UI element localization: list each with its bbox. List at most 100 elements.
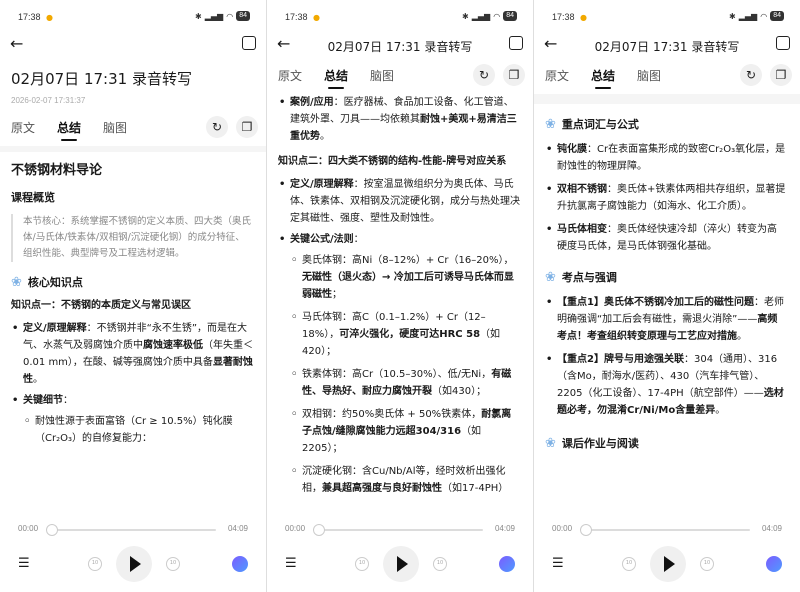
copy-icon[interactable]: ❐ [770, 64, 792, 86]
list-item: 沉淀硬化钢：含Cu/Nb/Al等，经时效析出强化相，兼具超高强度与良好耐蚀性（如… [290, 463, 521, 497]
nav-bar: ← 02月07日 17:31 录音转写 [267, 32, 533, 60]
homework-heading-row: ❀ 课后作业与阅读 [545, 435, 789, 452]
refresh-icon[interactable]: ↻ [740, 64, 762, 86]
total-time: 04:09 [494, 524, 515, 533]
rewind-10-icon[interactable]: 10 [355, 557, 369, 571]
forward-10-icon[interactable]: 10 [433, 557, 447, 571]
tab-original[interactable]: 原文 [545, 67, 569, 84]
status-time: 17:38 [285, 12, 308, 22]
current-time: 00:00 [552, 524, 573, 533]
list-item: 奥氏体钢：高Ni（8–12%）+ Cr（16–20%），无磁性（退火态）→ 冷加… [290, 252, 521, 303]
progress-knob[interactable] [46, 524, 58, 536]
tab-original[interactable]: 原文 [11, 119, 35, 136]
kp2-list: 定义/原理解释：按室温显微组织分为奥氏体、马氏体、铁素体、双相钢及沉淀硬化钢，成… [278, 176, 521, 497]
nav-title: 02月07日 17:31 录音转写 [594, 40, 740, 54]
status-icons: ✱ ▂▄▆ ◠ 84 [462, 11, 517, 21]
audio-player: 00:00 04:09 ☰ 10 10 [534, 512, 800, 592]
current-time: 00:00 [285, 524, 306, 533]
flower-icon: ❀ [11, 275, 22, 290]
back-arrow-icon[interactable]: ← [10, 34, 23, 53]
page-title: 02月07日 17:31 录音转写 [11, 70, 192, 88]
nav-title: 02月07日 17:31 录音转写 [327, 40, 473, 54]
play-button[interactable] [116, 546, 152, 582]
summary-content: ❀ 重点词汇与公式 钝化膜：Cr在表面富集形成的致密Cr₂O₃氧化层，是耐蚀性的… [534, 116, 800, 510]
tab-summary[interactable]: 总结 [324, 67, 348, 89]
rewind-10-icon[interactable]: 10 [622, 557, 636, 571]
case-list: 案例/应用：医疗器械、食品加工设备、化工管道、建筑外罩、刀具——均依赖其耐蚀+美… [278, 94, 521, 145]
list-item: 钝化膜：Cr在表面富集形成的致密Cr₂O₃氧化层，是耐蚀性的物理屏障。 [545, 141, 786, 175]
status-time: 17:38 [18, 12, 41, 22]
tab-mindmap[interactable]: 脑图 [370, 67, 394, 84]
progress-bar[interactable]: 00:00 04:09 [552, 522, 782, 536]
exam-heading: 考点与强调 [561, 271, 617, 284]
playlist-icon[interactable]: ☰ [285, 556, 297, 571]
share-icon[interactable] [776, 36, 790, 50]
forward-10-icon[interactable]: 10 [700, 557, 714, 571]
screen-original-summary: 17:38 ● ✱ ▂▄▆ ◠ 84 ← 02月07日 17:31 录音转写 2… [0, 0, 266, 592]
progress-track[interactable] [50, 529, 216, 531]
wifi-icon: ◠ [760, 11, 768, 21]
list-item: 关键公式/法则： 奥氏体钢：高Ni（8–12%）+ Cr（16–20%），无磁性… [278, 231, 521, 497]
kp1-title: 知识点一：不锈钢的本质定义与常见误区 [11, 300, 191, 311]
list-item: 【重点1】奥氏体不锈钢冷加工后的磁性问题：老师明确强调“加工后会有磁性，需退火消… [545, 294, 786, 345]
play-button[interactable] [650, 546, 686, 582]
copy-icon[interactable]: ❐ [503, 64, 525, 86]
ai-assistant-icon[interactable] [766, 556, 782, 572]
tab-mindmap[interactable]: 脑图 [637, 67, 661, 84]
ai-assistant-icon[interactable] [499, 556, 515, 572]
wifi-icon: ◠ [493, 11, 501, 21]
list-item: 马氏体相变：奥氏体经快速冷却（淬火）转变为高硬度马氏体，是马氏体钢强化基础。 [545, 221, 786, 255]
progress-bar[interactable]: 00:00 04:09 [18, 522, 248, 536]
battery-icon: 84 [236, 11, 250, 21]
forward-10-icon[interactable]: 10 [166, 557, 180, 571]
record-date: 2026-02-07 17:31:37 [11, 96, 86, 105]
tab-mindmap[interactable]: 脑图 [103, 119, 127, 136]
share-icon[interactable] [509, 36, 523, 50]
signal-icon: ▂▄▆ [471, 11, 491, 21]
player-controls: ☰ 10 10 [267, 546, 533, 582]
list-item: 案例/应用：医疗器械、食品加工设备、化工管道、建筑外罩、刀具——均依赖其耐蚀+美… [278, 94, 521, 145]
status-bar: 17:38 ● ✱ ▂▄▆ ◠ 84 [267, 0, 533, 32]
total-time: 04:09 [227, 524, 248, 533]
kp2-title: 知识点二：四大类不锈钢的结构-性能-牌号对应关系 [278, 156, 507, 167]
playlist-icon[interactable]: ☰ [552, 556, 564, 571]
tab-summary[interactable]: 总结 [591, 67, 615, 89]
summary-content: 不锈钢材料导论 课程概览 本节核心：系统掌握不锈钢的定义本质、四大类（奥氏体/马… [0, 160, 266, 512]
terms-heading: 重点词汇与公式 [561, 118, 639, 131]
tab-bar: 原文 总结 脑图 ↻ ❐ [0, 114, 266, 141]
tab-original[interactable]: 原文 [278, 67, 302, 84]
status-bar: 17:38 ● ✱ ▂▄▆ ◠ 84 [534, 0, 800, 32]
knowledge-heading: 核心知识点 [27, 276, 83, 289]
progress-bar[interactable]: 00:00 04:09 [285, 522, 515, 536]
progress-knob[interactable] [580, 524, 592, 536]
terms-list: 钝化膜：Cr在表面富集形成的致密Cr₂O₃氧化层，是耐蚀性的物理屏障。 双相不锈… [545, 141, 786, 255]
notification-dot-icon: ● [313, 13, 320, 22]
list-item: 【重点2】牌号与用途强关联：304（通用）、316（含Mo，耐海水/医药）、43… [545, 351, 786, 419]
rewind-10-icon[interactable]: 10 [88, 557, 102, 571]
doc-title: 不锈钢材料导论 [11, 163, 103, 178]
playlist-icon[interactable]: ☰ [18, 556, 30, 571]
tab-summary[interactable]: 总结 [57, 119, 81, 141]
status-icons: ✱ ▂▄▆ ◠ 84 [195, 11, 250, 21]
tab-bar: 原文 总结 脑图 ↻ ❐ [534, 62, 800, 89]
separator [534, 94, 800, 104]
refresh-icon[interactable]: ↻ [206, 116, 228, 138]
ai-assistant-icon[interactable] [232, 556, 248, 572]
copy-icon[interactable]: ❐ [236, 116, 258, 138]
bluetooth-icon: ✱ [462, 11, 469, 21]
list-item: 耐蚀性源于表面富铬（Cr ≥ 10.5%）钝化膜（Cr₂O₃）的自修复能力： [23, 413, 254, 447]
separator [0, 146, 266, 152]
signal-icon: ▂▄▆ [204, 11, 224, 21]
progress-knob[interactable] [313, 524, 325, 536]
refresh-icon[interactable]: ↻ [473, 64, 495, 86]
share-icon[interactable] [242, 36, 256, 50]
tab-bar: 原文 总结 脑图 ↻ ❐ [267, 62, 533, 89]
status-time: 17:38 [552, 12, 575, 22]
knowledge-heading-row: ❀ 核心知识点 [11, 274, 255, 291]
progress-track[interactable] [584, 529, 750, 531]
exam-heading-row: ❀ 考点与强调 [545, 269, 789, 286]
homework-heading: 课后作业与阅读 [561, 437, 639, 450]
list-item: 双相钢：约50%奥氏体 + 50%铁素体，耐氯离子点蚀/缝隙腐蚀能力远超304/… [290, 406, 521, 457]
play-button[interactable] [383, 546, 419, 582]
progress-track[interactable] [317, 529, 483, 531]
